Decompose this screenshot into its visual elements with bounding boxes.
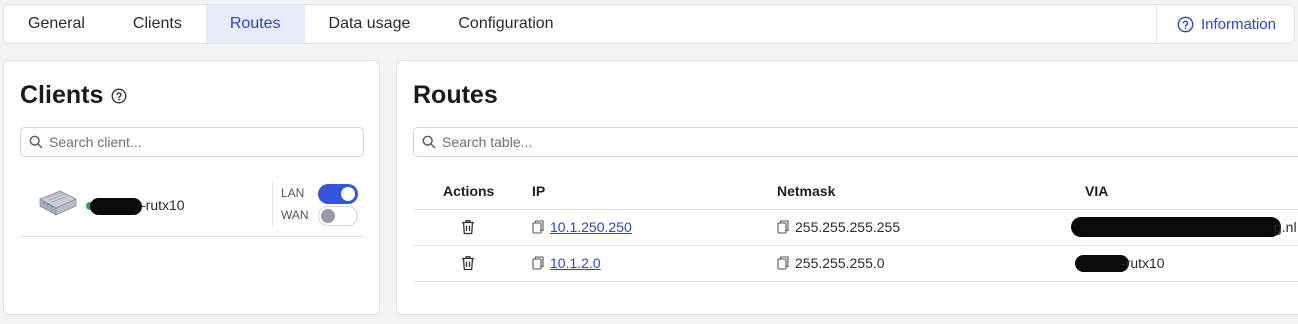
- search-icon: [29, 135, 43, 149]
- trash-icon[interactable]: [461, 219, 475, 235]
- help-circle-icon: [1177, 16, 1194, 32]
- tab-bar: General Clients Routes Data usage Config…: [3, 4, 1295, 44]
- ip-link[interactable]: 10.1.250.250: [550, 219, 632, 235]
- trash-icon[interactable]: [461, 255, 475, 271]
- router-device-icon: [39, 190, 77, 216]
- redacted-client-name: [90, 198, 142, 215]
- netmask-value: 255.255.255.255: [795, 219, 901, 235]
- routes-search-input[interactable]: [442, 134, 1298, 150]
- wan-toggle[interactable]: [318, 206, 358, 226]
- toggle-knob: [341, 187, 355, 201]
- copy-icon[interactable]: [777, 220, 789, 234]
- table-divider: [413, 209, 1298, 210]
- table-divider: [413, 281, 1298, 282]
- client-search: [20, 127, 364, 157]
- copy-icon[interactable]: [777, 256, 789, 270]
- column-header-ip[interactable]: IP: [532, 183, 545, 199]
- client-item[interactable]: -rutx10 LAN WAN: [20, 175, 364, 237]
- clients-card: Clients -rutx10 LAN: [3, 60, 380, 315]
- routes-title: Routes: [413, 81, 498, 109]
- routes-search: [413, 127, 1298, 157]
- lan-toggle[interactable]: [318, 184, 358, 204]
- netmask-cell: 255.255.255.0: [777, 255, 885, 271]
- toggle-knob: [321, 209, 335, 223]
- tab-spacer: [578, 5, 1156, 43]
- search-icon: [422, 135, 436, 149]
- client-search-input[interactable]: [49, 134, 363, 150]
- copy-icon[interactable]: [532, 256, 544, 270]
- table-divider: [413, 245, 1298, 246]
- column-header-via[interactable]: VIA: [1085, 183, 1108, 199]
- routes-card: Routes Actions IP Netmask VIA 10.1.250.2…: [396, 60, 1298, 315]
- ip-link[interactable]: 10.1.2.0: [550, 255, 601, 271]
- help-icon[interactable]: [111, 88, 127, 104]
- netmask-cell: 255.255.255.255: [777, 219, 900, 235]
- information-label: Information: [1200, 15, 1276, 33]
- tab-configuration[interactable]: Configuration: [434, 5, 577, 43]
- tab-general[interactable]: General: [4, 5, 109, 43]
- wan-label: WAN: [281, 208, 309, 222]
- tab-routes[interactable]: Routes: [205, 5, 305, 43]
- column-header-actions: Actions: [443, 183, 495, 199]
- via-value: -rutx10: [1121, 255, 1165, 271]
- interface-divider: [272, 182, 273, 226]
- tab-data-usage[interactable]: Data usage: [305, 5, 435, 43]
- ip-cell: 10.1.250.250: [532, 219, 632, 235]
- copy-icon[interactable]: [532, 220, 544, 234]
- ip-cell: 10.1.2.0: [532, 255, 601, 271]
- client-name: -rutx10: [141, 197, 185, 213]
- netmask-value: 255.255.255.0: [795, 255, 885, 271]
- redacted-via: [1071, 217, 1281, 237]
- routes-header: Routes: [413, 81, 498, 110]
- lan-label: LAN: [281, 186, 305, 200]
- column-header-netmask[interactable]: Netmask: [777, 183, 835, 199]
- via-value: g.nl: [1274, 219, 1297, 235]
- tab-clients[interactable]: Clients: [109, 5, 206, 43]
- clients-header: Clients: [20, 81, 127, 110]
- information-link[interactable]: Information: [1157, 5, 1294, 43]
- clients-title: Clients: [20, 81, 104, 109]
